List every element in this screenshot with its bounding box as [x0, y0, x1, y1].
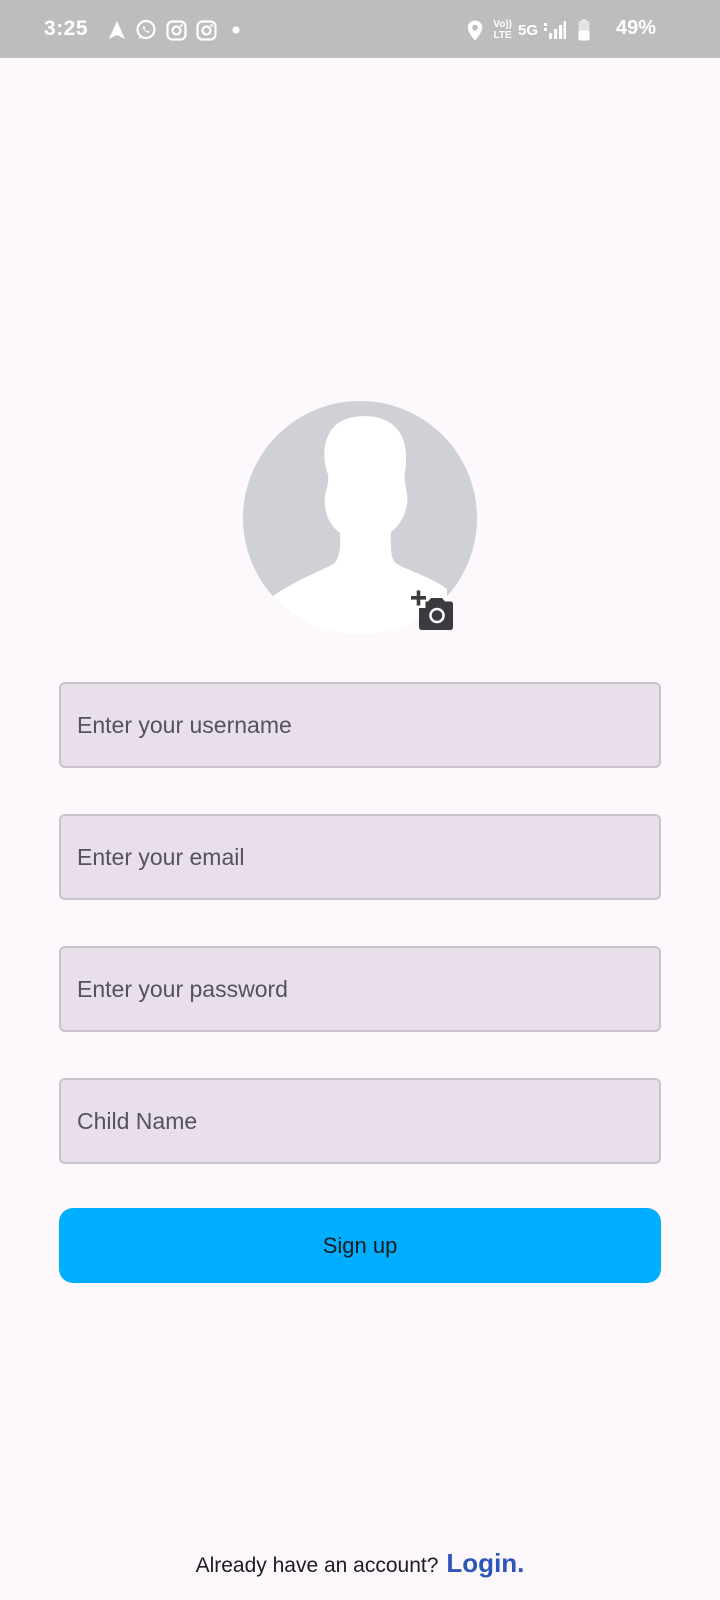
location-pin-icon — [467, 20, 483, 41]
volte-line2: LTE — [493, 30, 512, 41]
child-name-input[interactable] — [75, 1106, 645, 1136]
sign-up-button[interactable]: Sign up — [59, 1208, 661, 1283]
email-input[interactable] — [75, 842, 645, 872]
battery-percentage: 49% — [615, 17, 656, 39]
battery-icon — [578, 19, 590, 41]
instagram-icon — [166, 19, 187, 41]
password-field[interactable] — [59, 946, 661, 1032]
status-time: 3:25 — [44, 17, 89, 40]
child-name-field[interactable] — [59, 1078, 661, 1164]
volte-icon: Vo)) LTE — [493, 19, 512, 41]
status-bar: 3:25 Vo)) LTE 5G 49% — [0, 0, 720, 58]
login-link[interactable]: Login. — [446, 1548, 524, 1579]
signal-icon — [544, 20, 566, 40]
5g-icon: 5G — [517, 21, 538, 39]
volte-line1: Vo)) — [493, 19, 512, 30]
status-icons-right: Vo)) LTE 5G — [467, 17, 590, 43]
password-input[interactable] — [75, 974, 645, 1004]
navigation-arrow-icon — [108, 20, 126, 40]
profile-photo-picker[interactable] — [243, 401, 477, 635]
already-have-account-text: Already have an account? — [195, 1554, 439, 1577]
username-input[interactable] — [75, 710, 645, 740]
email-field[interactable] — [59, 814, 661, 900]
instagram-icon — [196, 19, 217, 41]
add-photo-camera-icon[interactable] — [411, 589, 455, 631]
whatsapp-icon — [135, 19, 157, 41]
notification-dot-icon — [232, 26, 240, 34]
status-icons-left — [108, 17, 240, 43]
login-prompt: Already have an account? Login. — [0, 1548, 720, 1588]
username-field[interactable] — [59, 682, 661, 768]
